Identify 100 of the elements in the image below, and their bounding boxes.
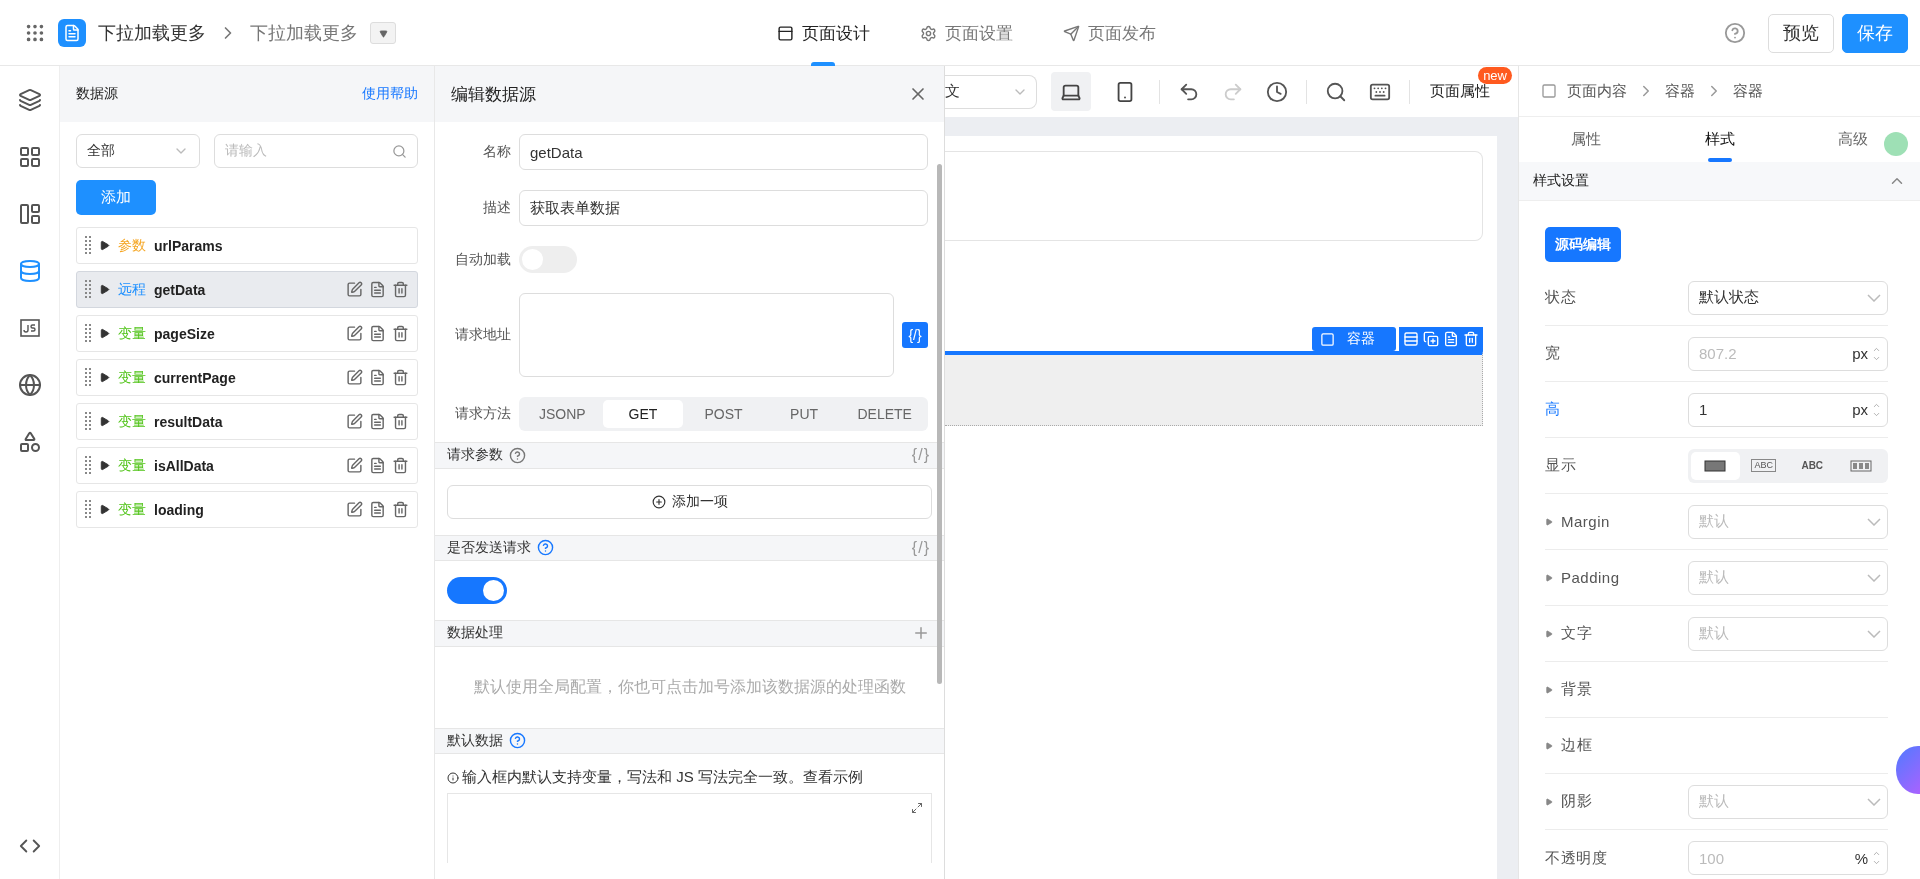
delete-icon[interactable] <box>392 369 409 386</box>
delete-icon[interactable] <box>392 457 409 474</box>
property-label: 显示 <box>1545 456 1577 475</box>
help-icon[interactable] <box>1724 22 1746 44</box>
container-tag[interactable]: 容器 <box>1312 327 1396 351</box>
send-request-switch[interactable] <box>447 577 507 604</box>
drag-handle-icon[interactable] <box>85 235 91 256</box>
datasource-item[interactable]: 远程 getData <box>76 271 418 308</box>
edit-icon[interactable] <box>346 281 363 298</box>
document-icon[interactable] <box>369 281 386 298</box>
outline-icon[interactable] <box>17 88 42 112</box>
expand-icon[interactable] <box>99 284 110 295</box>
drag-handle-icon[interactable] <box>85 323 91 344</box>
document-icon[interactable] <box>1443 331 1459 347</box>
edit-icon[interactable] <box>346 501 363 518</box>
top-tab[interactable]: 页面设置 <box>901 0 1031 66</box>
delete-icon[interactable] <box>392 281 409 298</box>
edit-icon[interactable] <box>346 413 363 430</box>
delete-icon[interactable] <box>392 325 409 342</box>
breadcrumb-item[interactable]: 容器 <box>1665 81 1695 101</box>
code-button[interactable]: {/} <box>902 322 928 348</box>
copy-icon[interactable] <box>1423 331 1439 347</box>
delete-icon[interactable] <box>392 413 409 430</box>
document-icon[interactable] <box>369 369 386 386</box>
top-tab[interactable]: 页面发布 <box>1044 0 1174 66</box>
edit-icon[interactable] <box>346 325 363 342</box>
number-field[interactable]: 807.2 px <box>1688 336 1888 371</box>
document-icon[interactable] <box>369 501 386 518</box>
display-option[interactable] <box>1691 451 1740 480</box>
number-field[interactable]: 1 px <box>1688 392 1888 427</box>
datasource-item[interactable]: 变量 currentPage <box>76 359 418 396</box>
delete-icon[interactable] <box>392 501 409 518</box>
display-option[interactable]: ABC <box>1788 451 1837 480</box>
url-field[interactable] <box>519 293 894 377</box>
expand-icon[interactable] <box>99 328 110 339</box>
expand-icon[interactable] <box>99 240 110 251</box>
insert-icon[interactable] <box>1403 331 1419 347</box>
inspector-tab[interactable]: 属性 <box>1519 117 1653 162</box>
expand-icon[interactable] <box>911 802 923 814</box>
globe-icon[interactable] <box>17 373 42 397</box>
help-icon[interactable] <box>509 732 526 750</box>
preview-button[interactable]: 预览 <box>1768 13 1834 53</box>
help-icon[interactable] <box>537 539 554 557</box>
grid-icon[interactable] <box>17 145 42 169</box>
datasource-item[interactable]: 参数 urlParams <box>76 227 418 264</box>
method-option[interactable]: PUT <box>763 400 845 428</box>
field-label: 名称 <box>482 143 511 161</box>
method-option[interactable]: GET <box>602 400 684 428</box>
document-icon[interactable] <box>369 457 386 474</box>
language-select[interactable]: 文 <box>945 74 1037 109</box>
datasource-item[interactable]: 变量 isAllData <box>76 447 418 484</box>
datasource-item[interactable]: 变量 loading <box>76 491 418 528</box>
inspector-tab[interactable]: 高级 <box>1786 117 1920 162</box>
breadcrumb-item[interactable]: 页面内容 <box>1567 81 1627 101</box>
laptop-icon[interactable] <box>1051 72 1091 111</box>
top-tab[interactable]: 页面设计 <box>758 0 888 66</box>
expand-icon[interactable] <box>99 460 110 471</box>
datasource-name: pageSize <box>154 325 216 342</box>
database-icon[interactable] <box>17 259 42 283</box>
help-icon[interactable] <box>509 446 526 464</box>
edit-icon[interactable] <box>346 369 363 386</box>
display-option[interactable]: ABC <box>1739 451 1788 480</box>
expand-icon[interactable] <box>99 504 110 515</box>
drag-handle-icon[interactable] <box>85 279 91 300</box>
method-option[interactable]: POST <box>683 400 764 428</box>
filter-select[interactable]: 全部 <box>76 134 200 168</box>
drag-handle-icon[interactable] <box>85 367 91 388</box>
method-option[interactable]: DELETE <box>844 400 925 428</box>
selected-container[interactable] <box>945 351 1483 426</box>
text-field[interactable]: getData <box>519 134 928 170</box>
editor-title: 编辑数据源 <box>451 83 536 106</box>
inspector-tab[interactable]: 样式 <box>1652 117 1787 162</box>
layout-icon[interactable] <box>17 202 42 226</box>
source-edit-button[interactable]: 源码编辑 <box>1545 227 1621 262</box>
select-field[interactable]: 默认状态 <box>1688 280 1888 315</box>
breadcrumb-item[interactable]: 容器 <box>1733 81 1763 101</box>
document-icon[interactable] <box>369 325 386 342</box>
help-link[interactable]: 使用帮助 <box>362 85 418 103</box>
page-dropdown-button[interactable] <box>370 22 396 44</box>
number-field[interactable]: 100 % <box>1688 841 1888 875</box>
add-item-button[interactable]: 添加一项 <box>447 484 932 519</box>
drag-handle-icon[interactable] <box>85 499 91 520</box>
text-field[interactable]: 获取表单数据 <box>519 190 928 226</box>
shapes-icon[interactable] <box>17 430 42 454</box>
js-icon[interactable] <box>17 316 42 340</box>
property-label: 背景 <box>1545 680 1688 699</box>
document-icon[interactable] <box>369 413 386 430</box>
datasource-item[interactable]: 变量 resultData <box>76 403 418 440</box>
method-option[interactable]: JSONP <box>522 400 603 428</box>
datasource-item[interactable]: 变量 pageSize <box>76 315 418 352</box>
app-title: 下拉加载更多 <box>98 22 206 45</box>
delete-icon[interactable] <box>1463 331 1479 347</box>
expand-icon[interactable] <box>99 416 110 427</box>
apps-menu-icon[interactable] <box>24 22 46 44</box>
caret-icon <box>378 28 388 38</box>
drag-handle-icon[interactable] <box>85 455 91 476</box>
drag-handle-icon[interactable] <box>85 411 91 432</box>
property-label: 文字 <box>1545 624 1688 643</box>
edit-icon[interactable] <box>346 457 363 474</box>
expand-icon[interactable] <box>99 372 110 383</box>
